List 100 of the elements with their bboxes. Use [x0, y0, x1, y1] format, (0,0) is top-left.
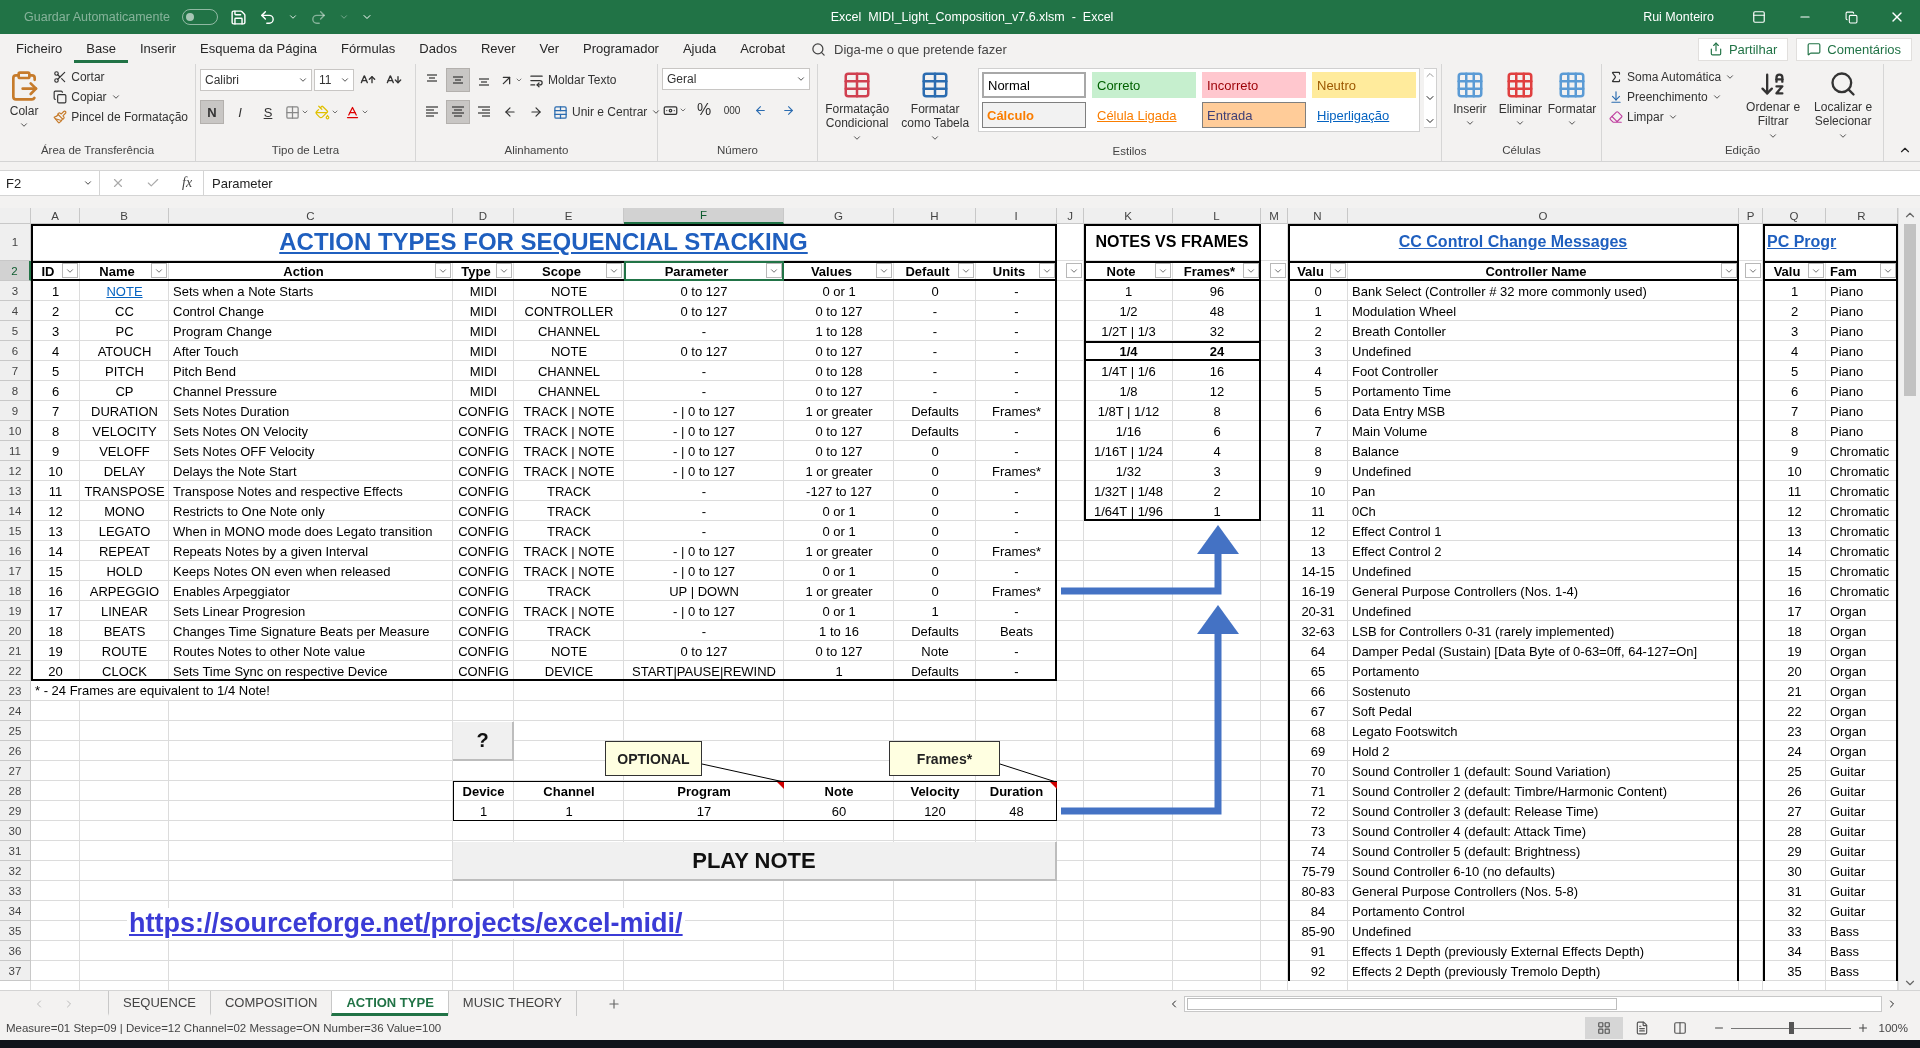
horizontal-align-button[interactable]	[446, 100, 470, 124]
share-button[interactable]: Partilhar	[1697, 37, 1789, 61]
filter-dropdown-button[interactable]	[1808, 263, 1824, 278]
ribbon-tab[interactable]: Ficheiro	[4, 35, 75, 63]
row-number[interactable]: 23	[0, 681, 31, 701]
ribbon-tab[interactable]: Programador	[571, 35, 671, 63]
cell-style-option[interactable]: Correto	[1092, 72, 1196, 98]
clear-button[interactable]: Limpar	[1606, 108, 1739, 126]
row-number[interactable]: 16	[0, 541, 31, 561]
slider-thumb[interactable]	[1788, 1022, 1794, 1034]
filter-dropdown-button[interactable]	[1880, 263, 1896, 278]
column-letter[interactable]: O	[1348, 208, 1739, 224]
help-button[interactable]: ?	[453, 722, 514, 761]
row-number[interactable]: 31	[0, 841, 31, 861]
comments-button[interactable]: Comentários	[1796, 37, 1912, 61]
filter-dropdown-button[interactable]	[958, 263, 974, 278]
format-painter-button[interactable]: Pincel de Formatação	[50, 108, 191, 126]
name-box[interactable]: F2	[0, 171, 100, 195]
row-number[interactable]: 30	[0, 821, 31, 841]
row-number[interactable]: 13	[0, 481, 31, 501]
font-name-field[interactable]: Calibri	[200, 69, 312, 91]
project-link[interactable]: https://sourceforge.net/projects/excel-midi/	[127, 908, 685, 939]
row-number[interactable]: 14	[0, 501, 31, 521]
row-number[interactable]: 10	[0, 421, 31, 441]
vertical-align-button[interactable]	[446, 68, 470, 92]
row-number[interactable]: 21	[0, 641, 31, 661]
copy-button[interactable]: Copiar	[50, 88, 191, 106]
sheet-tab[interactable]: ACTION TYPE	[331, 991, 448, 1016]
row-number[interactable]: 8	[0, 381, 31, 401]
column-letter[interactable]: L	[1173, 208, 1261, 224]
row-number[interactable]: 33	[0, 881, 31, 901]
filter-dropdown-button[interactable]	[1243, 263, 1259, 278]
row-number[interactable]: 37	[0, 961, 31, 981]
row-number[interactable]: 15	[0, 521, 31, 541]
filter-dropdown-button[interactable]	[496, 263, 512, 278]
row-number[interactable]: 17	[0, 561, 31, 581]
bold-button[interactable]: N	[200, 100, 224, 124]
thousands-button[interactable]: 000	[720, 98, 744, 122]
row-number[interactable]: 25	[0, 721, 31, 741]
row-number[interactable]: 32	[0, 861, 31, 881]
cell-style-option[interactable]: Incorreto	[1202, 72, 1306, 98]
row-number[interactable]: 7	[0, 361, 31, 381]
fill-button[interactable]: Preenchimento	[1606, 88, 1739, 106]
filter-dropdown-button[interactable]	[766, 263, 782, 278]
italic-button[interactable]: I	[228, 100, 252, 124]
cells-format-button[interactable]: Formatar	[1547, 68, 1597, 131]
filter-dropdown-button[interactable]	[1745, 263, 1761, 278]
row-number[interactable]: 27	[0, 761, 31, 781]
filter-dropdown-button[interactable]	[606, 263, 622, 278]
underline-button[interactable]: S	[256, 100, 280, 124]
ribbon-tab[interactable]: Acrobat	[728, 35, 797, 63]
column-letter[interactable]: M	[1261, 208, 1288, 224]
row-number[interactable]: 20	[0, 621, 31, 641]
row-number[interactable]: 35	[0, 921, 31, 941]
merge-center-button[interactable]: Unir e Centrar	[550, 102, 665, 122]
ribbon-tab[interactable]: Inserir	[127, 35, 188, 63]
find-select-button[interactable]: Localizar e Selecionar	[1808, 68, 1879, 143]
formula-field[interactable]: Parameter	[204, 171, 1920, 195]
undo-icon[interactable]	[258, 8, 276, 26]
number-format-field[interactable]: Geral	[662, 68, 810, 90]
ribbon-tab[interactable]: Ver	[527, 35, 572, 63]
percent-button[interactable]: %	[692, 98, 716, 122]
column-letter[interactable]: A	[31, 208, 80, 224]
cells-insert-button[interactable]: Inserir	[1446, 68, 1494, 131]
column-letter[interactable]: P	[1739, 208, 1763, 224]
column-letter[interactable]: I	[976, 208, 1057, 224]
row-number[interactable]: 3	[0, 281, 31, 301]
row-number[interactable]: 9	[0, 401, 31, 421]
row-number[interactable]: 26	[0, 741, 31, 761]
insert-function-button[interactable]: fx	[182, 175, 193, 191]
row-number[interactable]: 24	[0, 701, 31, 721]
filter-dropdown-button[interactable]	[1721, 263, 1737, 278]
row-number[interactable]: 11	[0, 441, 31, 461]
conditional-formatting-button[interactable]: Formatação Condicional	[822, 68, 893, 145]
ribbon-tab[interactable]: Ajuda	[670, 35, 729, 63]
font-size-field[interactable]: 11	[314, 69, 354, 91]
column-letter[interactable]: K	[1084, 208, 1173, 224]
row-number[interactable]: 22	[0, 661, 31, 681]
cell-style-option[interactable]: Hiperligação	[1312, 102, 1416, 128]
row-number[interactable]: 28	[0, 781, 31, 801]
scroll-thumb[interactable]	[1903, 224, 1916, 396]
column-letter[interactable]: D	[453, 208, 514, 224]
scroll-thumb[interactable]	[1187, 997, 1617, 1010]
column-letter[interactable]: G	[784, 208, 894, 224]
tell-me-field[interactable]: Diga-me o que pretende fazer	[834, 41, 1007, 57]
ribbon-tab[interactable]: Fórmulas	[329, 35, 408, 63]
play-note-button[interactable]: PLAY NOTE	[453, 842, 1057, 881]
row-number[interactable]: 36	[0, 941, 31, 961]
cell-style-option[interactable]: Normal	[982, 72, 1086, 98]
autosum-button[interactable]: Soma Automática	[1606, 68, 1739, 86]
ribbon-tab[interactable]: Esquema da Página	[188, 35, 330, 63]
wrap-text-button[interactable]: Moldar Texto	[526, 70, 620, 90]
row-number[interactable]: 34	[0, 901, 31, 921]
column-letter[interactable]: R	[1826, 208, 1898, 224]
cell-style-option[interactable]: Neutro	[1312, 72, 1416, 98]
zoom-in-icon[interactable]	[1856, 1022, 1869, 1034]
cell-style-option[interactable]: Entrada	[1202, 102, 1306, 128]
save-icon[interactable]	[229, 8, 247, 26]
ribbon-tab[interactable]: Rever	[468, 35, 528, 63]
sort-filter-button[interactable]: Ordenar e Filtrar	[1742, 68, 1805, 143]
